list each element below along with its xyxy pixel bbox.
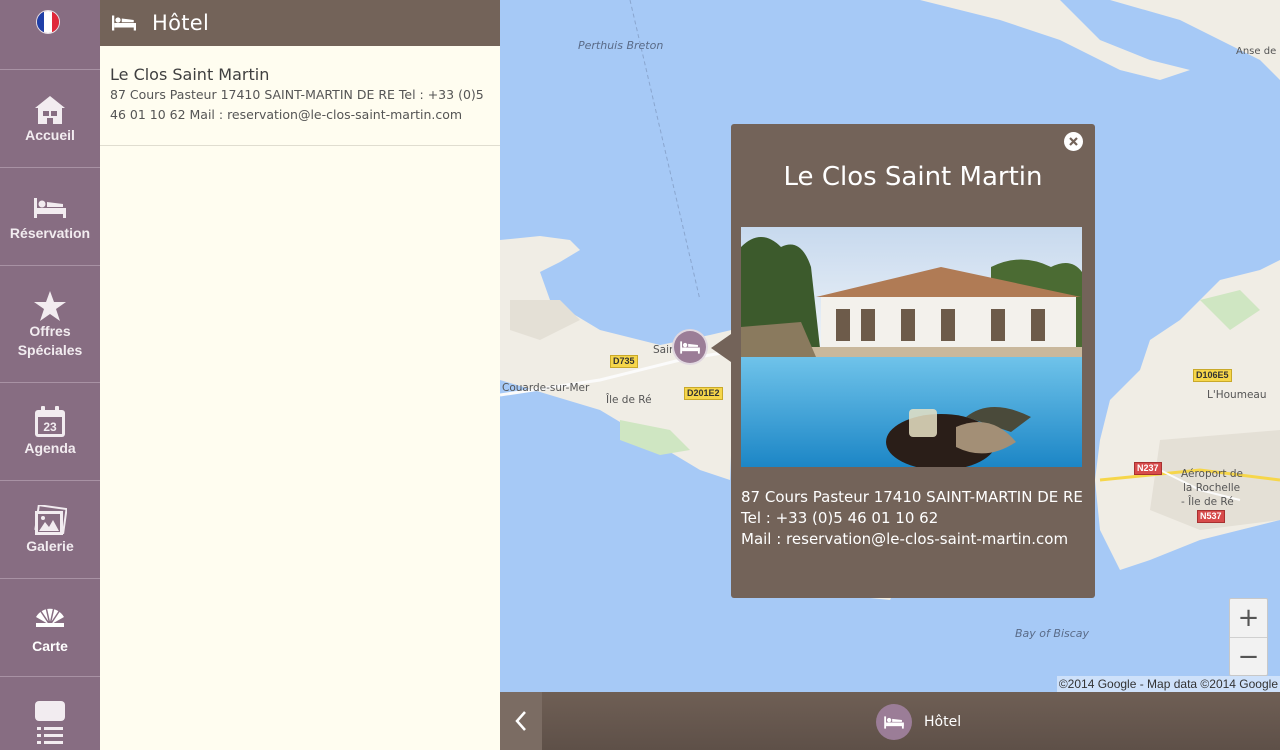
road-sign: D735	[610, 355, 638, 368]
map-label: Perthuis Breton	[578, 39, 664, 52]
popup-title: Le Clos Saint Martin	[783, 162, 1043, 192]
hotel-name: Le Clos Saint Martin	[110, 65, 270, 84]
road-sign: D106E5	[1193, 369, 1232, 382]
zoom-control: + −	[1229, 598, 1268, 676]
nav-item-galerie[interactable]: Galerie	[0, 480, 100, 578]
bed-icon	[884, 715, 904, 729]
list-icon	[35, 701, 65, 744]
map-label: Aéroport de	[1181, 468, 1243, 480]
back-button[interactable]	[500, 692, 542, 750]
bed-icon	[34, 198, 66, 218]
nav-item-agenda[interactable]: 23 Agenda	[0, 382, 100, 480]
hotel-info-popup: Le Clos Saint Martin 87 Cours Pasteur 17	[711, 124, 1095, 598]
road-sign: N537	[1197, 510, 1225, 523]
close-icon[interactable]	[1064, 132, 1083, 151]
nav-item-more[interactable]	[0, 676, 100, 750]
nav-item-offres[interactable]: Offres Spéciales	[0, 265, 100, 382]
map-label: Anse de l'A	[1236, 46, 1280, 57]
map-label: Couarde-sur-Mer	[502, 382, 590, 394]
nav-label: Offres Spéciales	[17, 323, 83, 358]
map-label: Île de Ré	[606, 394, 652, 406]
zoom-in-button[interactable]: +	[1230, 599, 1267, 637]
popup-tel[interactable]: Tel : +33 (0)5 46 01 10 62	[741, 508, 1083, 529]
category-circle	[876, 704, 912, 740]
nav-label: Galerie	[26, 538, 74, 554]
nav-item-accueil[interactable]: Accueil	[0, 69, 100, 167]
chevron-left-icon	[515, 711, 526, 731]
panel-title: Hôtel	[152, 11, 210, 35]
nav-item-carte[interactable]: Carte	[0, 578, 100, 676]
popup-info: 87 Cours Pasteur 17410 SAINT-MARTIN DE R…	[741, 487, 1083, 550]
map-label: la Rochelle	[1183, 482, 1241, 494]
flag-fr-icon[interactable]	[36, 10, 60, 34]
main-nav: Accueil Réservation Offres Spéciales 23 …	[0, 0, 100, 750]
panel-header: Hôtel	[100, 0, 500, 46]
popup-mail[interactable]: Mail : reservation@le-clos-saint-martin.…	[741, 529, 1083, 550]
nav-label: Carte	[32, 638, 68, 654]
calendar-icon: 23	[35, 406, 65, 437]
nav-item-reservation[interactable]: Réservation	[0, 167, 100, 265]
bottom-bar: Hôtel	[500, 692, 1280, 750]
svg-text:23: 23	[43, 420, 57, 434]
star-icon	[34, 291, 66, 321]
map-copyright[interactable]: ©2014 Google - Map data ©2014 Google	[1056, 676, 1280, 692]
hotel-description: 87 Cours Pasteur 17410 SAINT-MARTIN DE R…	[110, 87, 484, 122]
road-sign: D201E2	[684, 387, 723, 400]
road-sign: N237	[1134, 462, 1162, 475]
map-label: - Île de Ré	[1181, 496, 1234, 508]
category-label: Hôtel	[924, 714, 962, 730]
zoom-out-button[interactable]: −	[1230, 637, 1267, 675]
hotel-photo	[741, 227, 1082, 467]
popup-arrow	[711, 334, 731, 362]
bed-icon	[112, 15, 136, 31]
house-icon	[35, 96, 65, 124]
nav-label: Réservation	[9, 225, 91, 241]
hotel-map-marker[interactable]	[672, 329, 708, 365]
list-item[interactable]: Le Clos Saint Martin 87 Cours Pasteur 17…	[100, 46, 500, 146]
nav-label: Agenda	[24, 440, 76, 456]
category-indicator[interactable]: Hôtel	[876, 704, 961, 740]
map-label: L'Houmeau	[1207, 389, 1267, 401]
map-fan-icon	[36, 606, 64, 627]
popup-address: 87 Cours Pasteur 17410 SAINT-MARTIN DE R…	[741, 488, 1083, 506]
hotel-list-panel: Hôtel Le Clos Saint Martin 87 Cours Past…	[100, 0, 500, 750]
bed-icon	[680, 340, 700, 354]
nav-label: Accueil	[25, 127, 75, 143]
gallery-icon	[34, 505, 67, 535]
map-label: Bay of Biscay	[1015, 627, 1090, 640]
